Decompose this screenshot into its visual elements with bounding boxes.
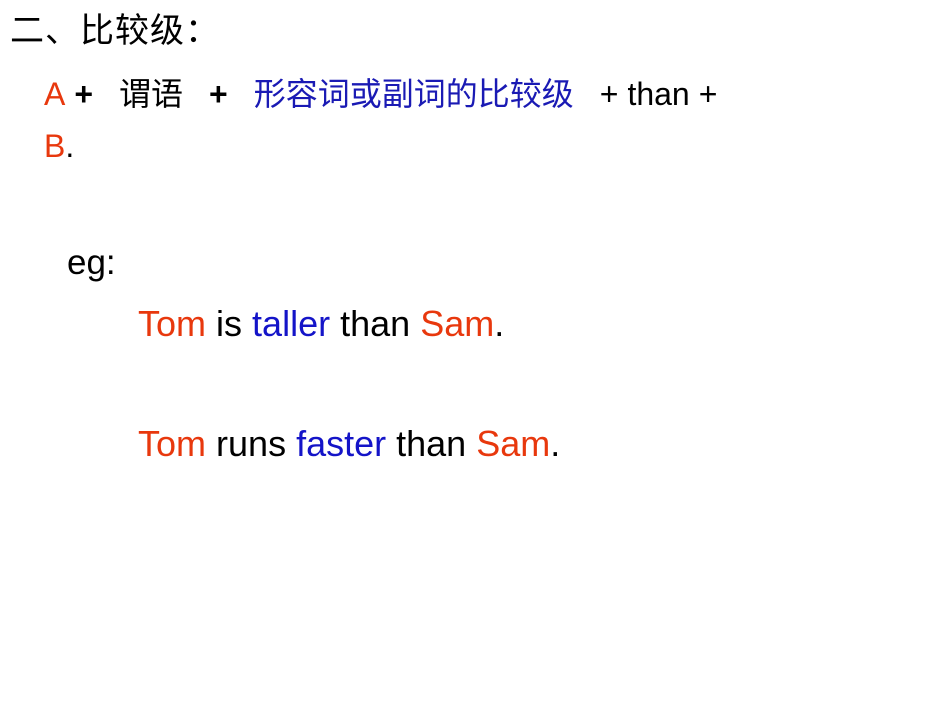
example-1-comparative: taller (252, 303, 331, 344)
formula-predicate: 谓语 (119, 75, 184, 113)
example-1-than: than (340, 303, 411, 344)
formula-plus-1: + (74, 76, 94, 112)
example-1-subject: Tom (138, 303, 207, 344)
page-title: 二、比较级： (10, 11, 220, 51)
formula-comparative-phrase: 形容词或副词的比较级 (253, 75, 574, 113)
example-1-verb: is (216, 303, 243, 344)
formula-plus-3: + (599, 76, 619, 112)
example-2-object: Sam (476, 423, 551, 464)
example-2-than: than (396, 423, 467, 464)
formula-plus-4: + (698, 76, 718, 112)
formula-subject-a: A (44, 76, 66, 112)
comparative-formula: A + 谓语 + 形容词或副词的比较级 + than + B. (44, 68, 944, 172)
example-2-subject: Tom (138, 423, 207, 464)
example-sentence-2: Tom runs faster than Sam. (138, 422, 560, 466)
formula-than: than (627, 76, 690, 112)
example-1-period: . (494, 303, 505, 344)
formula-plus-2: + (209, 76, 228, 112)
example-sentence-1: Tom is taller than Sam. (138, 302, 504, 346)
example-1-object: Sam (420, 303, 495, 344)
slide-canvas: 二、比较级： A + 谓语 + 形容词或副词的比较级 + than + B. eg: Tom i… (0, 0, 950, 713)
formula-subject-b: B (44, 128, 66, 164)
example-2-verb: runs (216, 423, 287, 464)
example-label: eg: (67, 243, 116, 282)
example-2-period: . (550, 423, 561, 464)
example-2-comparative: faster (296, 423, 387, 464)
formula-period: . (65, 128, 75, 164)
